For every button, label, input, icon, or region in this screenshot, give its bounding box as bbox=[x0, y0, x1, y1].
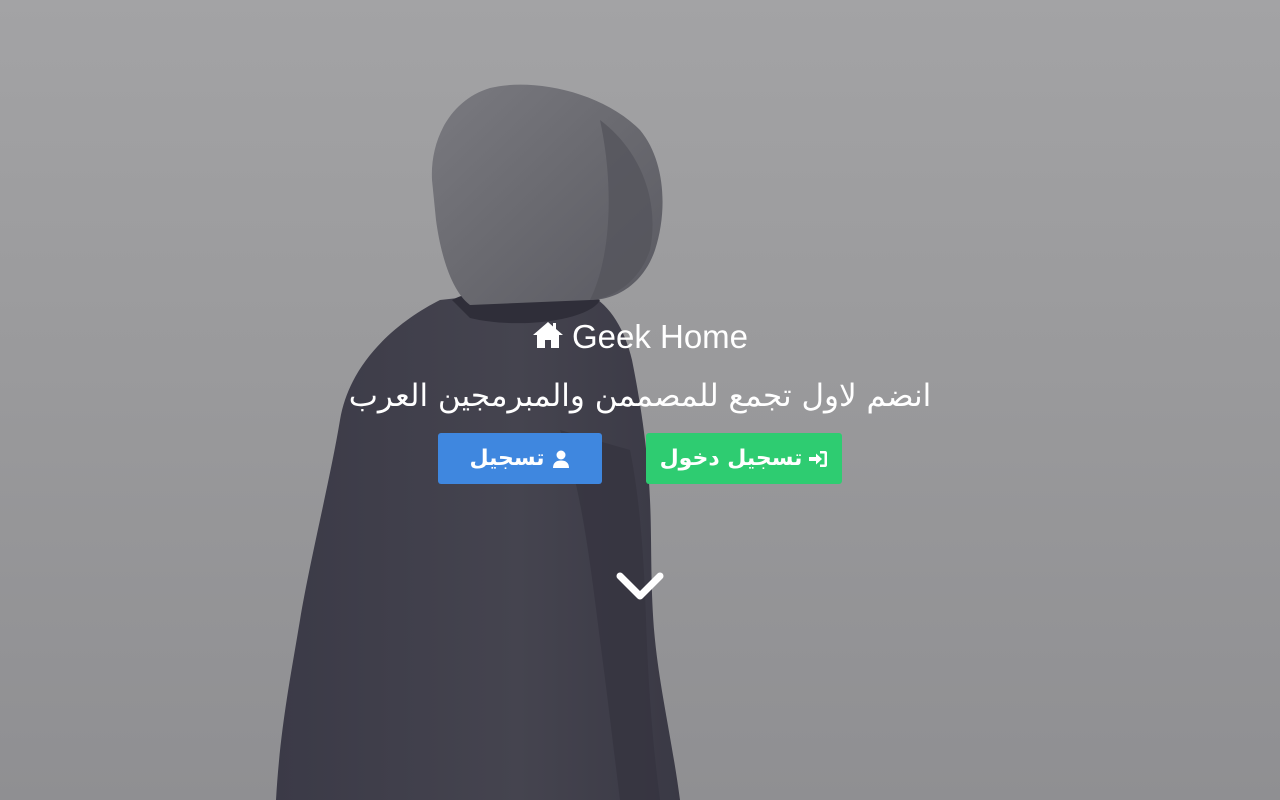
hero-section: Geek Home انضم لاول تجمع للمصممن والمبرم… bbox=[0, 0, 1280, 800]
login-button-label: تسجيل دخول bbox=[659, 446, 803, 471]
signup-button[interactable]: تسجيل bbox=[438, 433, 602, 484]
home-icon bbox=[532, 322, 563, 348]
signup-button-label: تسجيل bbox=[469, 446, 545, 471]
user-icon bbox=[552, 450, 569, 468]
sign-in-icon bbox=[809, 450, 828, 467]
chevron-down-icon bbox=[616, 572, 664, 600]
hero-tagline: انضم لاول تجمع للمصممن والمبرمجين العرب bbox=[348, 378, 932, 414]
brand-title[interactable]: Geek Home bbox=[0, 318, 1280, 356]
login-button[interactable]: تسجيل دخول bbox=[646, 433, 842, 484]
scroll-down-button[interactable] bbox=[616, 568, 664, 604]
brand-name: Geek Home bbox=[571, 318, 749, 355]
